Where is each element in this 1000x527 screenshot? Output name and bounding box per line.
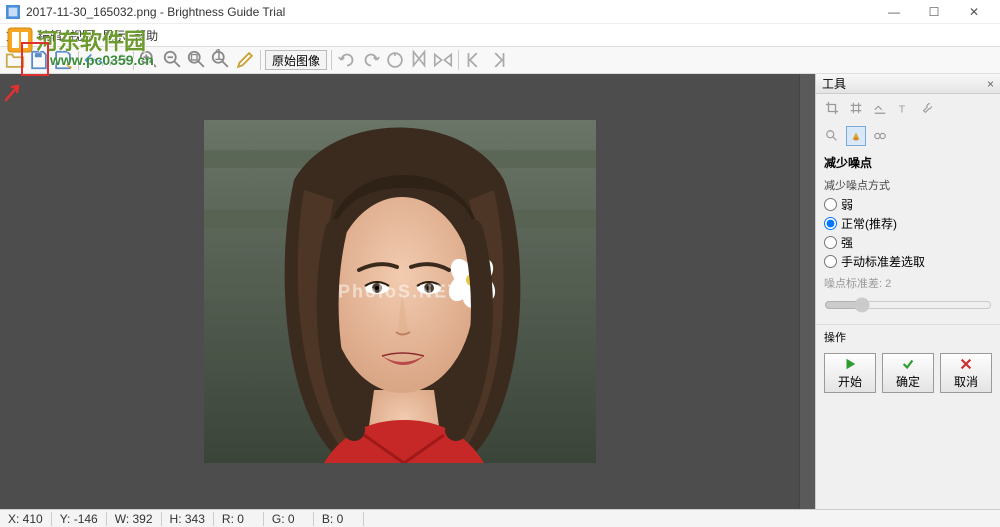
radio-strong[interactable]: 强	[816, 233, 1000, 252]
toolbar: 1 原始图像	[0, 46, 1000, 74]
tool-resize-icon[interactable]	[870, 98, 890, 118]
next-icon[interactable]	[487, 49, 509, 71]
std-dev-slider	[824, 297, 992, 313]
menu-view[interactable]: 视图	[70, 27, 94, 44]
zoom-in-icon[interactable]	[138, 49, 160, 71]
menu-file[interactable]: 文件	[6, 27, 30, 44]
svg-text:1: 1	[214, 49, 223, 64]
tools-panel-title: 工具	[822, 75, 846, 92]
undo-icon[interactable]	[83, 49, 105, 71]
zoom-fit-icon[interactable]	[186, 49, 208, 71]
status-bar: X: 410 Y: -146 W: 392 H: 343 R: 0 G: 0 B…	[0, 509, 1000, 527]
flip-v-icon[interactable]	[408, 49, 430, 71]
open-icon[interactable]	[4, 49, 26, 71]
ok-button[interactable]: 确定	[882, 353, 934, 393]
zoom-100-icon[interactable]: 1	[210, 49, 232, 71]
pencil-icon[interactable]	[234, 49, 256, 71]
minimize-button[interactable]: —	[874, 0, 914, 24]
tools-panel-header: 工具 ×	[816, 74, 1000, 94]
std-dev-label: 噪点标准差: 2	[816, 271, 1000, 295]
radio-manual[interactable]: 手动标准差选取	[816, 252, 1000, 271]
status-b: B: 0	[314, 512, 364, 526]
image-watermark: PholoS.NET	[338, 281, 461, 302]
tools-panel: 工具 × T 减少噪点 减少噪点方式 弱 正常(推荐) 强 手动标准差选取 噪点…	[815, 74, 1000, 509]
status-y: Y: -146	[52, 512, 107, 526]
radio-weak[interactable]: 弱	[816, 195, 1000, 214]
actions-label: 操作	[816, 324, 1000, 349]
status-h: H: 343	[162, 512, 214, 526]
status-r: R: 0	[214, 512, 264, 526]
tool-denoise-icon[interactable]	[846, 126, 866, 146]
menu-bar: 文件 编辑 视图 显示 帮助	[0, 24, 1000, 46]
original-image-label: 原始图像	[272, 52, 320, 69]
tool-crop-icon[interactable]	[822, 98, 842, 118]
workspace: PholoS.NET 工具 × T 减少噪点 减少噪点方式 弱 正常(推荐) 强…	[0, 74, 1000, 509]
image-canvas[interactable]: PholoS.NET	[204, 120, 596, 463]
svg-text:T: T	[899, 103, 906, 115]
canvas-area[interactable]: PholoS.NET	[0, 74, 799, 509]
tool-text-icon[interactable]: T	[894, 98, 914, 118]
status-x: X: 410	[0, 512, 52, 526]
denoise-section-title: 减少噪点	[816, 150, 1000, 175]
rotate-arb-icon[interactable]	[384, 49, 406, 71]
tool-wrench-icon[interactable]	[918, 98, 938, 118]
prev-icon[interactable]	[463, 49, 485, 71]
redo-icon[interactable]	[107, 49, 129, 71]
status-g: G: 0	[264, 512, 314, 526]
app-icon	[6, 5, 20, 19]
tool-magnify-icon[interactable]	[822, 126, 842, 146]
flip-h-icon[interactable]	[432, 49, 454, 71]
cancel-button[interactable]: 取消	[940, 353, 992, 393]
original-image-button[interactable]: 原始图像	[265, 50, 327, 70]
denoise-method-label: 减少噪点方式	[816, 175, 1000, 195]
radio-normal[interactable]: 正常(推荐)	[816, 214, 1000, 233]
rotate-cw-icon[interactable]	[360, 49, 382, 71]
start-button[interactable]: 开始	[824, 353, 876, 393]
menu-edit[interactable]: 编辑	[38, 27, 62, 44]
zoom-out-icon[interactable]	[162, 49, 184, 71]
vertical-scrollbar[interactable]	[799, 74, 815, 509]
check-icon	[901, 357, 915, 371]
save-icon[interactable]	[28, 49, 50, 71]
title-bar: 2017-11-30_165032.png - Brightness Guide…	[0, 0, 1000, 24]
close-button[interactable]: ✕	[954, 0, 994, 24]
tool-grid-icon[interactable]	[846, 98, 866, 118]
maximize-button[interactable]: ☐	[914, 0, 954, 24]
tools-panel-close-icon[interactable]: ×	[987, 77, 994, 91]
tool-link-icon[interactable]	[870, 126, 890, 146]
saveas-icon[interactable]	[52, 49, 74, 71]
play-icon	[843, 357, 857, 371]
menu-display[interactable]: 显示	[102, 27, 126, 44]
menu-help[interactable]: 帮助	[134, 27, 158, 44]
status-w: W: 392	[107, 512, 162, 526]
x-icon	[959, 357, 973, 371]
window-title: 2017-11-30_165032.png - Brightness Guide…	[26, 5, 874, 19]
rotate-ccw-icon[interactable]	[336, 49, 358, 71]
